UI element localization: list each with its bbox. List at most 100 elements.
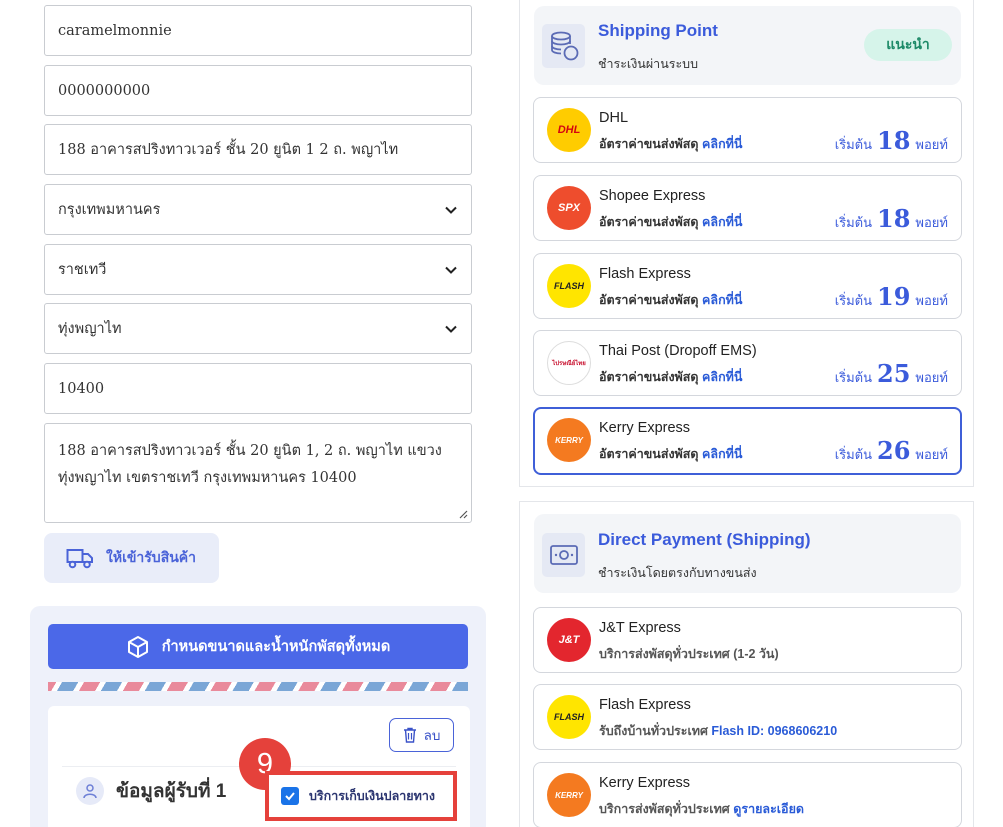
- price-value: 19: [877, 282, 911, 311]
- subdistrict-select[interactable]: ทุ่งพญาไท: [44, 303, 472, 354]
- phone-input[interactable]: 0000000000: [44, 65, 472, 116]
- carrier-option-flash[interactable]: FLASH Flash Express อัตราค่าขนส่งพัสดุ ค…: [533, 253, 962, 319]
- carrier-name: Kerry Express: [599, 420, 691, 436]
- pickup-label: ให้เข้ารับสินค้า: [106, 549, 197, 565]
- direct-option-kerry[interactable]: KERRY Kerry Express บริการส่งพัสดุทั่วปร…: [533, 762, 962, 827]
- carrier-name: Shopee Express: [599, 188, 706, 204]
- price-unit: พอยท์: [915, 293, 948, 308]
- airmail-stripes: [48, 682, 468, 691]
- username-value: caramelmonnie: [58, 22, 172, 39]
- price-prefix: เริ่มต้น: [834, 293, 873, 308]
- jt-logo-icon: J&T: [547, 618, 591, 662]
- truck-icon: [66, 549, 93, 569]
- carrier-name: Flash Express: [599, 266, 691, 282]
- price-value: 18: [877, 126, 911, 155]
- carrier-rate: อัตราค่าขนส่งพัสดุ คลิกที่นี่: [599, 212, 742, 232]
- province-value: กรุงเทพมหานคร: [58, 202, 161, 218]
- spx-logo-icon: SPX: [547, 186, 591, 230]
- price: เริ่มต้น 26 พอยท์: [835, 436, 948, 465]
- carrier-desc: รับถึงบ้านทั่วประเทศ Flash ID: 096860621…: [599, 721, 837, 741]
- full-address-textarea[interactable]: 188 อาคารสปริงทาวเวอร์ ชั้น 20 ยูนิต 1, …: [44, 423, 472, 523]
- address-input[interactable]: 188 อาคารสปริงทาวเวอร์ ชั้น 20 ยูนิต 1 2…: [44, 124, 472, 175]
- kerry-logo-icon: KERRY: [547, 418, 591, 462]
- thaipost-logo-icon: ไปรษณีย์ไทย: [547, 341, 591, 385]
- shipping-point-title: Shipping Point: [598, 21, 718, 40]
- pickup-button[interactable]: ให้เข้ารับสินค้า: [44, 533, 219, 583]
- price-prefix: เริ่มต้น: [834, 370, 873, 385]
- trash-icon: [403, 727, 416, 743]
- price-value: 25: [877, 359, 911, 388]
- cash-icon: [542, 533, 585, 577]
- direct-option-flash[interactable]: FLASH Flash Express รับถึงบ้านทั่วประเทศ…: [533, 684, 962, 750]
- database-coins-icon: [542, 24, 585, 68]
- price: เริ่มต้น 18 พอยท์: [835, 204, 948, 233]
- user-icon: [76, 777, 104, 805]
- set-size-weight-button[interactable]: กำหนดขนาดและน้ำหนักพัสดุทั้งหมด: [48, 624, 468, 669]
- province-select[interactable]: กรุงเทพมหานคร: [44, 184, 472, 235]
- receiver-heading: ข้อมูลผู้รับที่ 1: [76, 776, 226, 806]
- carrier-option-dhl[interactable]: DHL DHL อัตราค่าขนส่งพัสดุ คลิกที่นี่ เร…: [533, 97, 962, 163]
- district-select[interactable]: ราชเทวี: [44, 244, 472, 295]
- rate-link[interactable]: คลิกที่นี่: [702, 293, 742, 307]
- carrier-rate: อัตราค่าขนส่งพัสดุ คลิกที่นี่: [599, 367, 742, 387]
- carrier-name: Flash Express: [599, 697, 691, 713]
- receiver-title: ข้อมูลผู้รับที่ 1: [116, 781, 227, 802]
- carrier-rate: อัตราค่าขนส่งพัสดุ คลิกที่นี่: [599, 134, 742, 154]
- subdistrict-value: ทุ่งพญาไท: [58, 321, 122, 337]
- rate-text: อัตราค่าขนส่งพัสดุ: [599, 370, 699, 384]
- price-unit: พอยท์: [915, 137, 948, 152]
- username-input[interactable]: caramelmonnie: [44, 5, 472, 56]
- postcode-input[interactable]: 10400: [44, 363, 472, 414]
- recommend-badge: แนะนำ: [864, 29, 952, 61]
- price: เริ่มต้น 18 พอยท์: [835, 126, 948, 155]
- chevron-down-icon: [445, 206, 457, 214]
- rate-link[interactable]: คลิกที่นี่: [702, 370, 742, 384]
- desc-text: บริการส่งพัสดุทั่วประเทศ (1-2 วัน): [599, 647, 779, 661]
- price-prefix: เริ่มต้น: [834, 137, 873, 152]
- price-value: 26: [877, 436, 911, 465]
- full-address-value: 188 อาคารสปริงทาวเวอร์ ชั้น 20 ยูนิต 1, …: [58, 443, 442, 486]
- carrier-option-thaipost[interactable]: ไปรษณีย์ไทย Thai Post (Dropoff EMS) อัตร…: [533, 330, 962, 396]
- delete-button[interactable]: ลบ: [389, 718, 454, 752]
- rate-text: อัตราค่าขนส่งพัสดุ: [599, 215, 699, 229]
- cod-checkbox[interactable]: [281, 787, 299, 805]
- desc-text: รับถึงบ้านทั่วประเทศ: [599, 724, 708, 738]
- district-value: ราชเทวี: [58, 262, 107, 278]
- rate-link[interactable]: คลิกที่นี่: [702, 137, 742, 151]
- postcode-value: 10400: [58, 380, 105, 397]
- price-value: 18: [877, 204, 911, 233]
- desc-text: บริการส่งพัสดุทั่วประเทศ: [599, 802, 730, 816]
- carrier-rate: อัตราค่าขนส่งพัสดุ คลิกที่นี่: [599, 444, 742, 464]
- price-prefix: เริ่มต้น: [834, 215, 873, 230]
- phone-value: 0000000000: [58, 82, 151, 99]
- chevron-down-icon: [445, 325, 457, 333]
- flash-logo-icon: FLASH: [547, 264, 591, 308]
- details-link[interactable]: ดูรายละเอียด: [733, 802, 804, 816]
- chevron-down-icon: [445, 266, 457, 274]
- direct-payment-title: Direct Payment (Shipping): [598, 530, 811, 549]
- resize-grip-icon[interactable]: [458, 509, 468, 519]
- flash-logo-icon: FLASH: [547, 695, 591, 739]
- carrier-desc: บริการส่งพัสดุทั่วประเทศ ดูรายละเอียด: [599, 799, 804, 819]
- price-unit: พอยท์: [915, 447, 948, 462]
- carrier-name: DHL: [599, 110, 629, 126]
- carrier-name: Kerry Express: [599, 775, 691, 791]
- rate-text: อัตราค่าขนส่งพัสดุ: [599, 293, 699, 307]
- flash-id-link[interactable]: Flash ID: 0968606210: [711, 724, 837, 738]
- price-unit: พอยท์: [915, 215, 948, 230]
- carrier-option-shopee[interactable]: SPX Shopee Express อัตราค่าขนส่งพัสดุ คล…: [533, 175, 962, 241]
- direct-option-jt[interactable]: J&T J&T Express บริการส่งพัสดุทั่วประเทศ…: [533, 607, 962, 673]
- set-size-weight-label: กำหนดขนาดและน้ำหนักพัสดุทั้งหมด: [161, 639, 391, 655]
- price: เริ่มต้น 19 พอยท์: [835, 282, 948, 311]
- cod-option[interactable]: บริการเก็บเงินปลายทาง: [265, 771, 457, 821]
- carrier-rate: อัตราค่าขนส่งพัสดุ คลิกที่นี่: [599, 290, 742, 310]
- direct-payment-subtitle: ชำระเงินโดยตรงกับทางขนส่ง: [598, 566, 757, 580]
- check-icon: [285, 792, 295, 801]
- carrier-option-kerry[interactable]: KERRY Kerry Express อัตราค่าขนส่งพัสดุ ค…: [533, 407, 962, 475]
- price: เริ่มต้น 25 พอยท์: [835, 359, 948, 388]
- rate-link[interactable]: คลิกที่นี่: [702, 447, 742, 461]
- dhl-logo-icon: DHL: [547, 108, 591, 152]
- rate-link[interactable]: คลิกที่นี่: [702, 215, 742, 229]
- shipping-point-subtitle: ชำระเงินผ่านระบบ: [598, 57, 699, 71]
- rate-text: อัตราค่าขนส่งพัสดุ: [599, 137, 699, 151]
